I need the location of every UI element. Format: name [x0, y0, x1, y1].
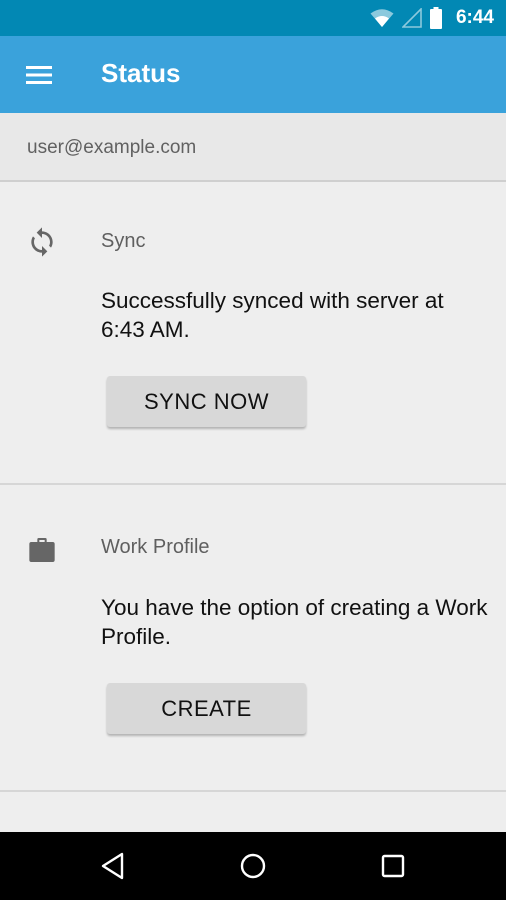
- status-icons: 6:44: [370, 0, 494, 36]
- app-bar: Status: [0, 36, 506, 113]
- page-title: Status: [101, 58, 181, 88]
- account-row: user@example.com: [0, 113, 506, 182]
- cellular-signal-icon: [401, 8, 422, 28]
- back-button[interactable]: [91, 846, 135, 886]
- sync-section: Sync Successfully synced with server at …: [0, 184, 506, 485]
- home-button[interactable]: [231, 846, 275, 886]
- battery-icon: [429, 7, 442, 29]
- work-profile-text: You have the option of creating a Work P…: [101, 595, 488, 649]
- status-time: 6:44: [455, 7, 494, 28]
- wifi-icon: [370, 9, 394, 27]
- navigation-bar: [0, 832, 506, 900]
- menu-button[interactable]: [20, 59, 58, 91]
- sync-title: Sync: [101, 230, 146, 252]
- create-work-profile-button[interactable]: CREATE: [107, 683, 306, 734]
- hamburger-menu-icon: [26, 66, 52, 84]
- sync-status-text: Successfully synced with server at 6:43 …: [101, 288, 444, 342]
- back-icon: [101, 852, 124, 880]
- briefcase-icon: [29, 538, 55, 562]
- status-bar: 6:44: [0, 0, 506, 36]
- sync-icon: [31, 227, 53, 257]
- sync-now-button[interactable]: SYNC NOW: [107, 376, 306, 427]
- work-profile-title: Work Profile: [101, 536, 210, 558]
- recents-icon: [381, 854, 405, 878]
- recents-button[interactable]: [371, 846, 415, 886]
- home-icon: [240, 853, 266, 879]
- work-profile-section: Work Profile You have the option of crea…: [0, 486, 506, 792]
- account-email: user@example.com: [27, 137, 197, 158]
